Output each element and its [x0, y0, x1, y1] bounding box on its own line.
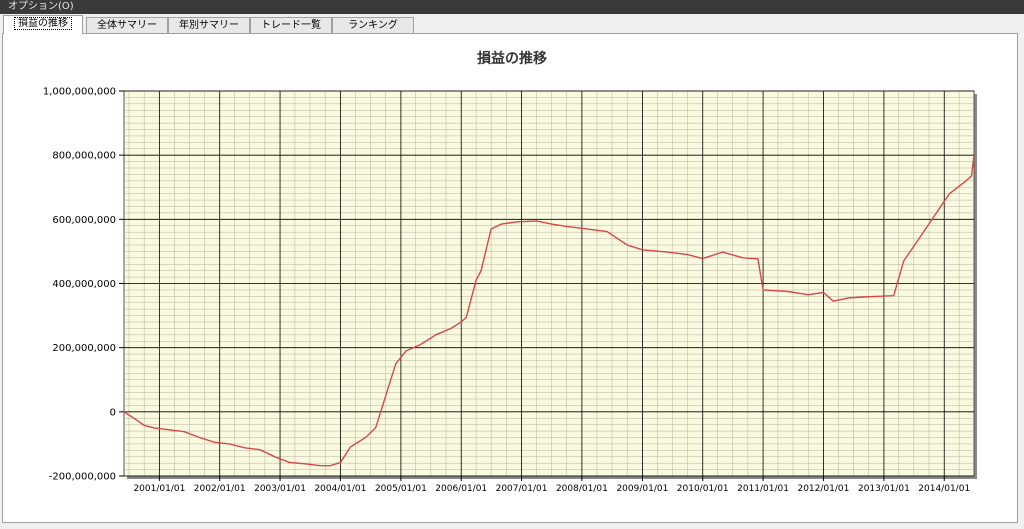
tab-pnl-trend[interactable]: 損益の推移: [3, 15, 83, 34]
y-tick-label: 800,000,000: [52, 151, 116, 162]
status-strip: [0, 524, 1024, 529]
x-tick-label: 2004/01/01: [314, 484, 366, 494]
y-tick-label: 200,000,000: [52, 343, 116, 354]
x-tick-label: 2013/01/01: [858, 484, 910, 494]
x-tick-label: 2011/01/01: [737, 484, 789, 494]
x-tick-label: 2003/01/01: [254, 484, 306, 494]
y-tick-label: 600,000,000: [52, 215, 116, 226]
x-tick-label: 2008/01/01: [556, 484, 608, 494]
x-tick-label: 2010/01/01: [677, 484, 729, 494]
y-axis: 1,000,000,000 800,000,000 600,000,000 400,0…: [43, 87, 124, 483]
y-tick-label: 0: [110, 407, 116, 418]
x-tick-label: 2001/01/01: [133, 484, 185, 494]
x-tick-label: 2005/01/01: [375, 484, 427, 494]
x-tick-label: 2002/01/01: [194, 484, 246, 494]
chart-title: 損益の推移: [477, 50, 547, 67]
pnl-chart: 損益の推移 1,000,000,000 800,000,000 600,000,00…: [43, 50, 977, 494]
y-tick-label: -200,000,000: [49, 472, 116, 483]
x-tick-label: 2006/01/01: [435, 484, 487, 494]
y-tick-label: 400,000,000: [52, 279, 116, 290]
x-tick-label: 2014/01/01: [918, 484, 970, 494]
y-tick-label: 1,000,000,000: [43, 87, 116, 98]
x-tick-label: 2012/01/01: [797, 484, 849, 494]
x-tick-label: 2007/01/01: [496, 484, 548, 494]
x-tick-label: 2009/01/01: [616, 484, 668, 494]
